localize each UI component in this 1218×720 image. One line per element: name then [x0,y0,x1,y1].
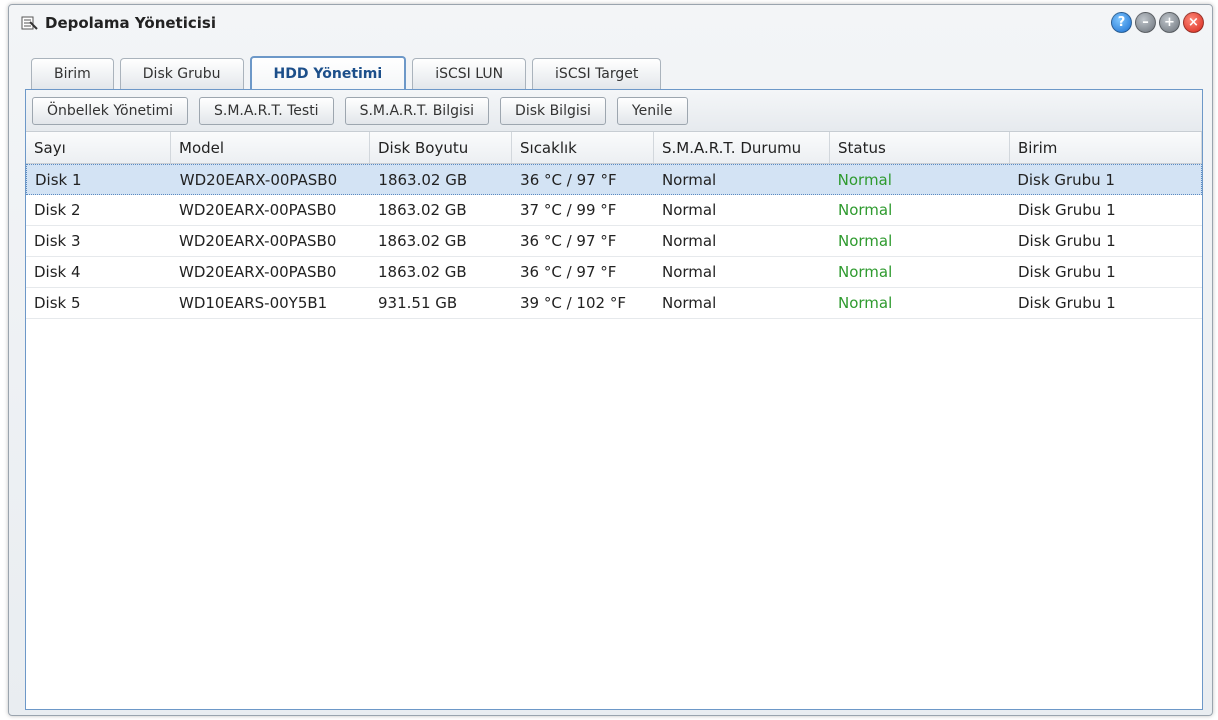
tab-iscsi-target[interactable]: iSCSI Target [532,58,662,89]
table-body: Disk 1 WD20EARX-00PASB0 1863.02 GB 36 °C… [26,164,1202,319]
window-title: Depolama Yöneticisi [45,14,216,32]
cell-number: Disk 2 [34,201,81,219]
column-header-volume[interactable]: Birim [1010,132,1202,163]
cell-number: Disk 1 [35,170,82,189]
storage-manager-icon [19,13,39,33]
cell-volume: Disk Grubu 1 [1018,263,1116,281]
column-header-number[interactable]: Sayı [26,132,171,163]
cell-disk-size: 1863.02 GB [378,263,467,281]
cell-smart-status: Normal [662,294,717,312]
title-bar[interactable]: Depolama Yöneticisi ? – + × [9,5,1212,41]
smart-test-button[interactable]: S.M.A.R.T. Testi [199,96,334,125]
minimize-icon[interactable]: – [1135,12,1156,33]
cell-temperature: 36 °C / 97 °F [520,263,617,281]
table-row[interactable]: Disk 2 WD20EARX-00PASB0 1863.02 GB 37 °C… [26,195,1202,226]
cell-volume: Disk Grubu 1 [1018,201,1116,219]
cell-smart-status: Normal [661,170,717,189]
tab-disk-grubu[interactable]: Disk Grubu [119,58,244,89]
cell-disk-size: 1863.02 GB [378,232,467,250]
cell-temperature: 36 °C / 97 °F [520,170,617,189]
maximize-icon[interactable]: + [1159,12,1180,33]
cell-number: Disk 4 [34,263,81,281]
hdd-management-panel: Önbellek Yönetimi S.M.A.R.T. Testi S.M.A… [25,89,1203,710]
table-row[interactable]: Disk 3 WD20EARX-00PASB0 1863.02 GB 36 °C… [26,226,1202,257]
help-icon[interactable]: ? [1111,12,1132,33]
cell-disk-size: 931.51 GB [378,294,458,312]
cell-smart-status: Normal [662,263,717,281]
cell-smart-status: Normal [662,232,717,250]
cell-status: Normal [838,201,893,219]
cell-volume: Disk Grubu 1 [1018,232,1116,250]
cell-volume: Disk Grubu 1 [1017,170,1115,189]
refresh-button[interactable]: Yenile [616,96,688,125]
tab-bar: Birim Disk Grubu HDD Yönetimi iSCSI LUN … [31,56,662,89]
cell-status: Normal [838,232,893,250]
column-header-model[interactable]: Model [171,132,370,163]
cell-disk-size: 1863.02 GB [378,170,468,189]
cell-status: Normal [838,263,893,281]
storage-manager-window: Depolama Yöneticisi ? – + × Birim Disk G… [8,4,1213,716]
column-header-status[interactable]: Status [830,132,1010,163]
cell-temperature: 36 °C / 97 °F [520,232,617,250]
column-header-smart-status[interactable]: S.M.A.R.T. Durumu [654,132,830,163]
tab-birim[interactable]: Birim [31,58,114,89]
toolbar: Önbellek Yönetimi S.M.A.R.T. Testi S.M.A… [26,90,1202,132]
smart-info-button[interactable]: S.M.A.R.T. Bilgisi [344,96,490,125]
table-row[interactable]: Disk 5 WD10EARS-00Y5B1 931.51 GB 39 °C /… [26,288,1202,319]
close-icon[interactable]: × [1183,12,1204,33]
cell-temperature: 37 °C / 99 °F [520,201,617,219]
cell-model: WD20EARX-00PASB0 [179,201,337,219]
cell-model: WD10EARS-00Y5B1 [179,294,328,312]
column-header-disk-size[interactable]: Disk Boyutu [370,132,512,163]
cell-smart-status: Normal [662,201,717,219]
cell-number: Disk 5 [34,294,81,312]
cell-number: Disk 3 [34,232,81,250]
table-row[interactable]: Disk 4 WD20EARX-00PASB0 1863.02 GB 36 °C… [26,257,1202,288]
cell-model: WD20EARX-00PASB0 [179,232,337,250]
cell-model: WD20EARX-00PASB0 [179,170,338,189]
cell-model: WD20EARX-00PASB0 [179,263,337,281]
disk-info-button[interactable]: Disk Bilgisi [500,96,606,125]
cell-temperature: 39 °C / 102 °F [520,294,626,312]
table-header: Sayı Model Disk Boyutu Sıcaklık S.M.A.R.… [26,132,1202,164]
window-controls: ? – + × [1111,12,1204,33]
cell-disk-size: 1863.02 GB [378,201,467,219]
tab-hdd-yonetimi[interactable]: HDD Yönetimi [249,56,407,89]
tab-iscsi-lun[interactable]: iSCSI LUN [412,58,527,89]
cell-status: Normal [838,294,893,312]
table-row[interactable]: Disk 1 WD20EARX-00PASB0 1863.02 GB 36 °C… [26,164,1202,195]
column-header-temperature[interactable]: Sıcaklık [512,132,654,163]
cache-management-button[interactable]: Önbellek Yönetimi [32,96,188,125]
cell-status: Normal [837,170,892,189]
cell-volume: Disk Grubu 1 [1018,294,1116,312]
